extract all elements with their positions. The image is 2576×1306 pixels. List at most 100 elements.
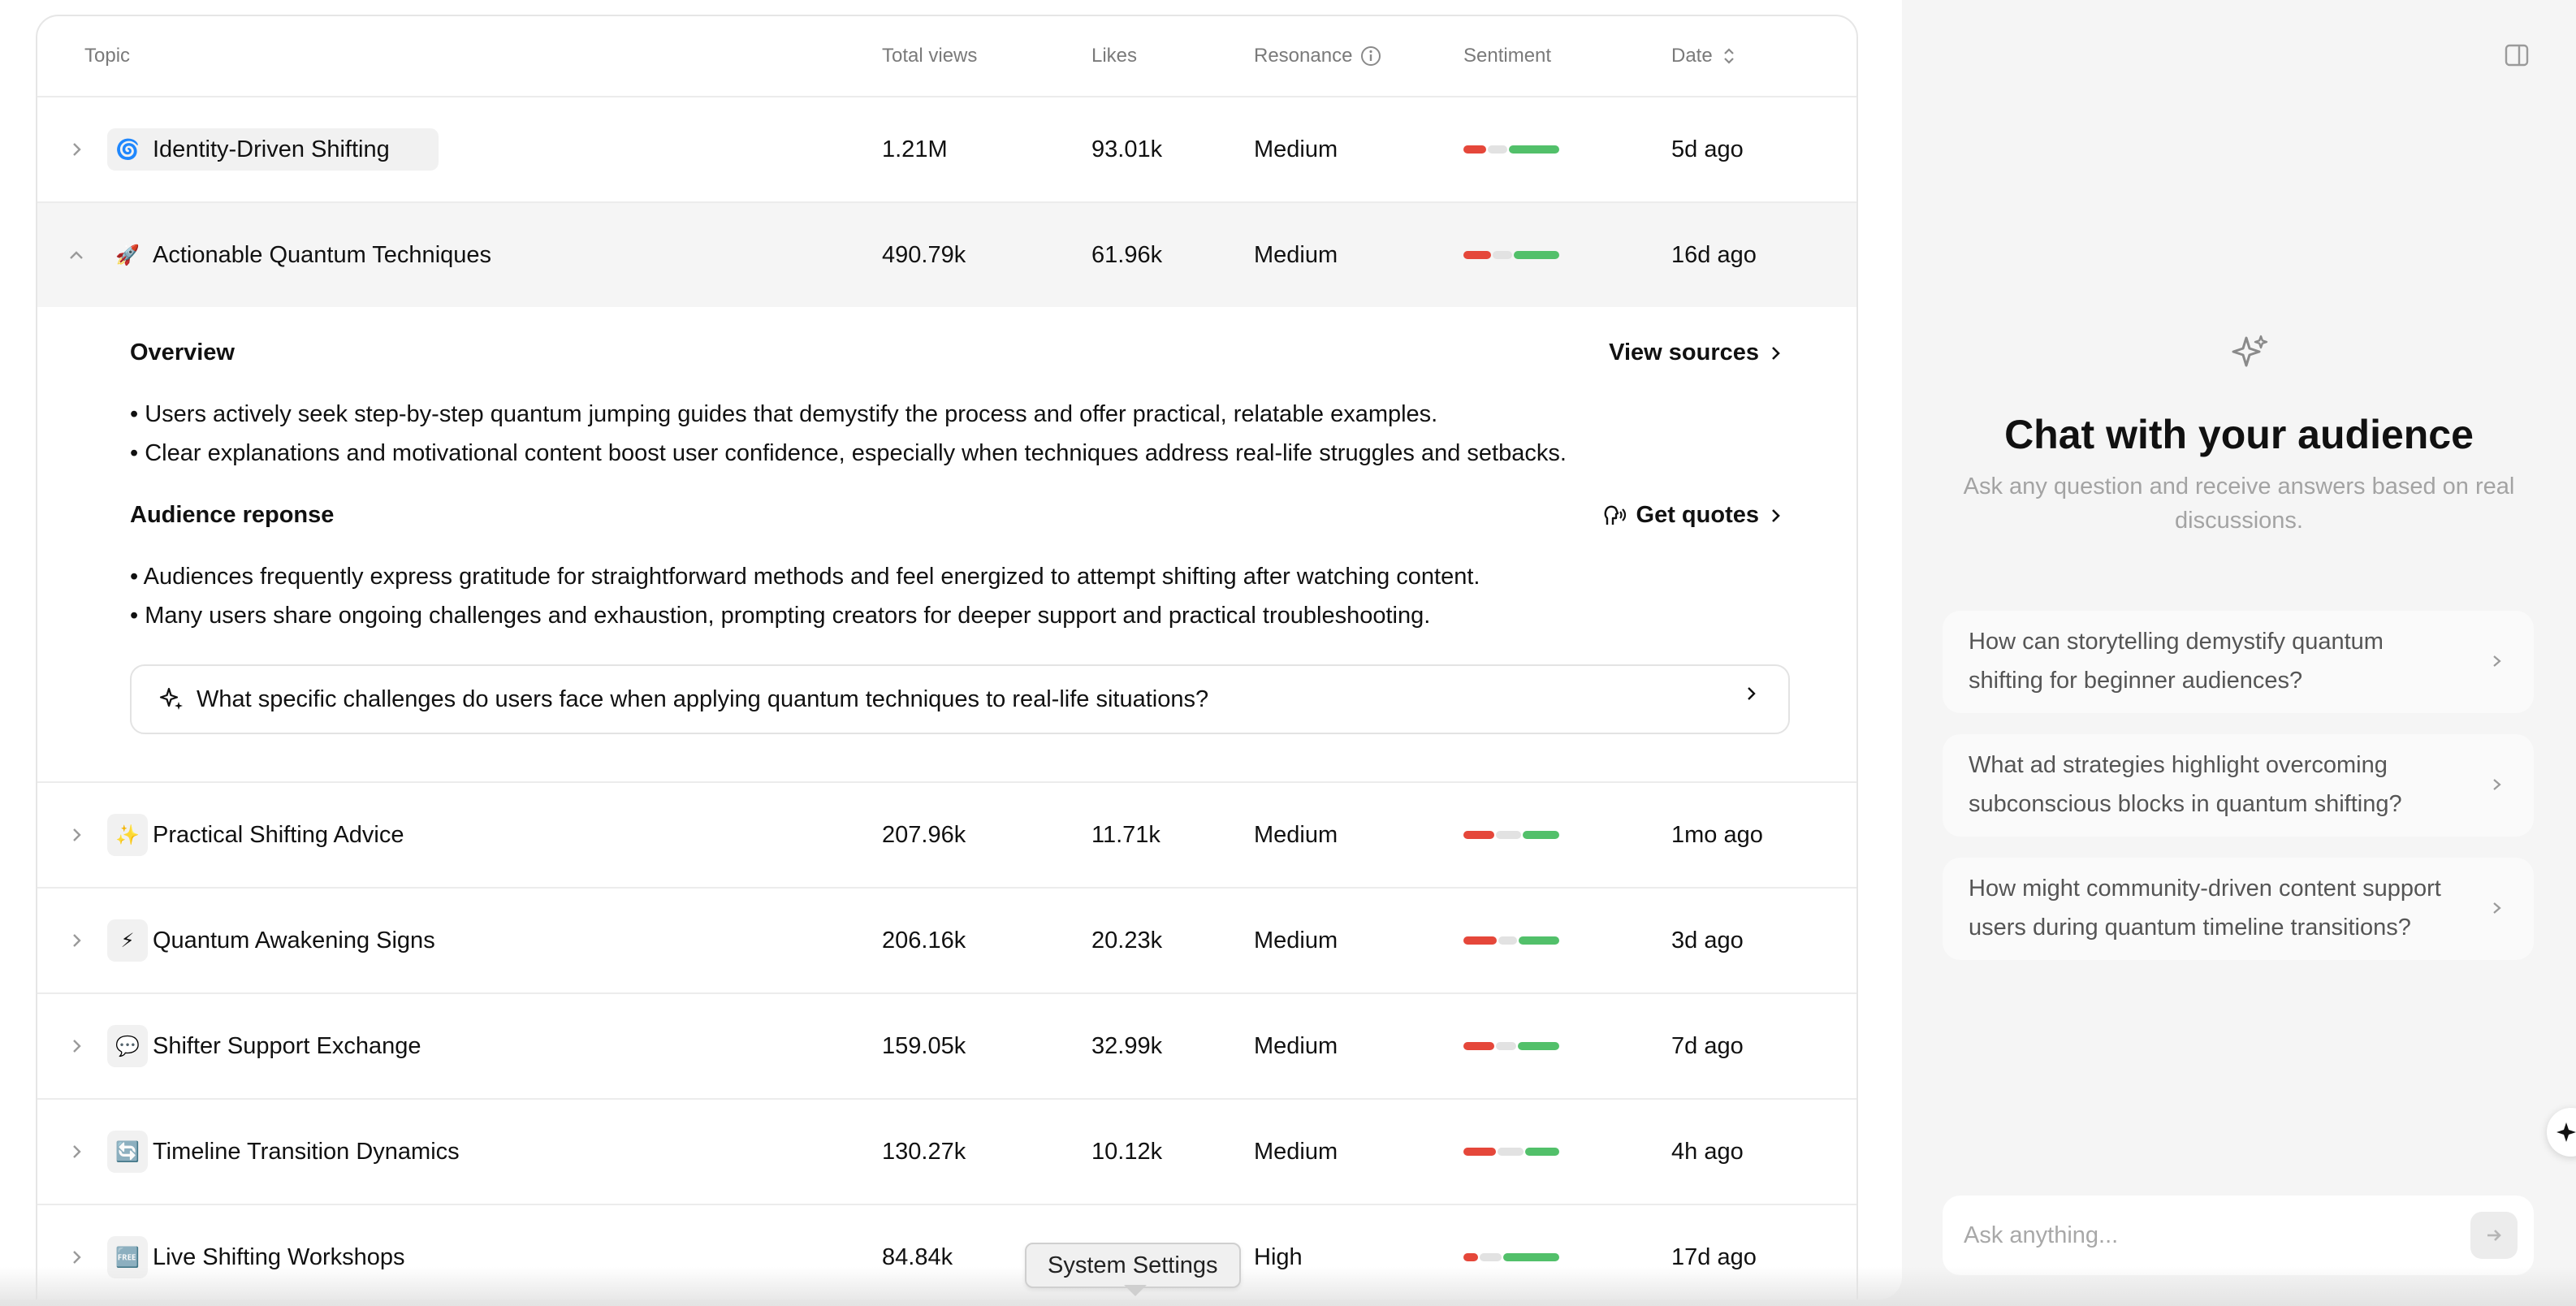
system-settings-tooltip: System Settings	[1025, 1243, 1241, 1288]
sentiment-positive-segment	[1509, 145, 1559, 154]
sentiment-bar	[1463, 1253, 1561, 1261]
views-cell: 207.96k	[882, 821, 966, 848]
suggestion-card[interactable]: What ad strategies highlight overcoming …	[1943, 734, 2534, 837]
chevron-right-icon[interactable]	[60, 819, 93, 851]
table-row[interactable]: ✨ Practical Shifting Advice 207.96k 11.7…	[37, 783, 1856, 889]
views-cell: 159.05k	[882, 1032, 966, 1059]
header-likes[interactable]: Likes	[1091, 16, 1137, 96]
spiral-emoji-icon: 🌀	[115, 138, 140, 161]
overview-bullet: • Clear explanations and motivational co…	[130, 440, 1567, 466]
views-cell: 1.21M	[882, 136, 948, 162]
sentiment-cell	[1463, 1205, 1561, 1300]
sentiment-cell	[1463, 203, 1561, 307]
sentiment-cell	[1463, 994, 1561, 1098]
suggestion-card[interactable]: How can storytelling demystify quantum s…	[1943, 611, 2534, 713]
header-sentiment[interactable]: Sentiment	[1463, 16, 1551, 96]
likes-cell: 32.99k	[1091, 1032, 1163, 1059]
view-sources-button[interactable]: View sources	[1609, 339, 1783, 366]
table-row[interactable]: ⚡ Quantum Awakening Signs 206.16k 20.23k…	[37, 889, 1856, 994]
get-quotes-button[interactable]: Get quotes	[1602, 502, 1783, 529]
chevron-right-icon	[2493, 655, 2501, 667]
resonance-cell: High	[1254, 1243, 1303, 1270]
views-cell: 84.84k	[882, 1243, 953, 1270]
table-row[interactable]: 🔄 Timeline Transition Dynamics 130.27k 1…	[37, 1100, 1856, 1205]
suggestion-text: How can storytelling demystify quantum s…	[1969, 629, 2384, 694]
sentiment-neutral-segment	[1480, 1253, 1502, 1261]
chevron-up-icon[interactable]	[60, 239, 93, 271]
date-cell: 17d ago	[1671, 1243, 1757, 1270]
topic-cell: ⚡ Quantum Awakening Signs	[107, 889, 450, 992]
chevron-right-icon[interactable]	[60, 133, 93, 166]
topic-pill: 🚀 Actionable Quantum Techniques	[107, 234, 506, 276]
sentiment-cell	[1463, 97, 1561, 201]
table-row-expanded[interactable]: 🚀 Actionable Quantum Techniques 490.79k …	[37, 203, 1856, 307]
sentiment-negative-segment	[1463, 145, 1486, 154]
chevron-right-icon[interactable]	[60, 1241, 93, 1274]
audience-bullet: • Many users share ongoing challenges an…	[130, 603, 1431, 629]
sentiment-neutral-segment	[1488, 145, 1508, 154]
views-cell: 490.79k	[882, 241, 966, 268]
header-topic[interactable]: Topic	[84, 16, 130, 96]
suggestion-text: What ad strategies highlight overcoming …	[1969, 752, 2402, 817]
topic-name: Live Shifting Workshops	[153, 1243, 405, 1270]
sentiment-neutral-segment	[1495, 831, 1522, 839]
topic-name: Actionable Quantum Techniques	[153, 241, 492, 268]
likes-cell: 20.23k	[1091, 927, 1163, 954]
lightning-emoji-icon: ⚡	[107, 919, 148, 962]
topic-cell: 🔄 Timeline Transition Dynamics	[107, 1100, 474, 1204]
chevron-right-icon	[1744, 684, 1759, 703]
sentiment-cell	[1463, 889, 1561, 992]
header-total-views[interactable]: Total views	[882, 16, 977, 96]
chat-input[interactable]: Ask anything...	[1943, 1196, 2534, 1275]
send-button[interactable]	[2470, 1212, 2518, 1259]
suggestion-card[interactable]: How might community-driven content suppo…	[1943, 858, 2534, 960]
sidebar-toggle-icon[interactable]	[2501, 41, 2534, 70]
sentiment-positive-segment	[1503, 1253, 1559, 1261]
topic-pill: 🔄 Timeline Transition Dynamics	[107, 1131, 474, 1173]
resonance-cell: Medium	[1254, 1032, 1338, 1059]
chevron-right-icon[interactable]	[60, 1030, 93, 1062]
table-row[interactable]: 🌀 Identity-Driven Shifting 1.21M 93.01k …	[37, 97, 1856, 203]
info-icon[interactable]	[1360, 45, 1381, 67]
expanded-details: Overview View sources • Users actively s…	[37, 307, 1856, 783]
resonance-cell: Medium	[1254, 821, 1338, 848]
sort-icon[interactable]	[1721, 45, 1737, 67]
sentiment-positive-segment	[1518, 1042, 1559, 1050]
sentiment-positive-segment	[1524, 1148, 1559, 1156]
sentiment-bar	[1463, 145, 1561, 154]
sentiment-negative-segment	[1463, 251, 1491, 259]
arrow-right-icon	[2487, 1230, 2501, 1241]
chevron-right-icon[interactable]	[60, 924, 93, 957]
topic-pill: ⚡ Quantum Awakening Signs	[107, 919, 450, 962]
sentiment-neutral-segment	[1495, 1042, 1517, 1050]
audience-bullet: • Audiences frequently express gratitude…	[130, 564, 1480, 590]
likes-cell: 93.01k	[1091, 136, 1163, 162]
suggested-question-button[interactable]: What specific challenges do users face w…	[130, 664, 1790, 734]
sentiment-negative-segment	[1463, 1253, 1479, 1261]
topic-name: Timeline Transition Dynamics	[153, 1138, 460, 1165]
header-resonance[interactable]: Resonance	[1254, 16, 1381, 96]
resonance-cell: Medium	[1254, 136, 1338, 162]
sparkle-icon	[158, 685, 185, 713]
header-date[interactable]: Date	[1671, 16, 1737, 96]
chevron-right-icon	[1772, 508, 1780, 522]
topic-cell: ✨ Practical Shifting Advice	[107, 783, 418, 887]
topic-cell: 🚀 Actionable Quantum Techniques	[107, 203, 506, 307]
sentiment-cell	[1463, 1100, 1561, 1204]
sentiment-bar	[1463, 1148, 1561, 1156]
table-row[interactable]: 💬 Shifter Support Exchange 159.05k 32.99…	[37, 994, 1856, 1100]
sentiment-bar	[1463, 251, 1561, 259]
suggestion-text: How might community-driven content suppo…	[1969, 876, 2441, 941]
sentiment-positive-segment	[1514, 251, 1559, 259]
chat-input-placeholder: Ask anything...	[1964, 1222, 2119, 1248]
chat-subtitle: Ask any question and receive answers bas…	[1963, 474, 2515, 534]
arrows-cycle-emoji-icon: 🔄	[107, 1131, 148, 1173]
topic-pill: 🌀 Identity-Driven Shifting	[107, 128, 439, 171]
chevron-right-icon[interactable]	[60, 1135, 93, 1168]
overview-bullet: • Users actively seek step-by-step quant…	[130, 401, 1438, 427]
topics-panel: Topic Total views Likes Resonance Sentim…	[0, 0, 1902, 1300]
date-cell: 3d ago	[1671, 927, 1744, 954]
table-row[interactable]: 🆓 Live Shifting Workshops 84.84k High 17…	[37, 1205, 1856, 1300]
overview-heading: Overview	[130, 339, 235, 365]
topic-name: Quantum Awakening Signs	[153, 927, 435, 954]
